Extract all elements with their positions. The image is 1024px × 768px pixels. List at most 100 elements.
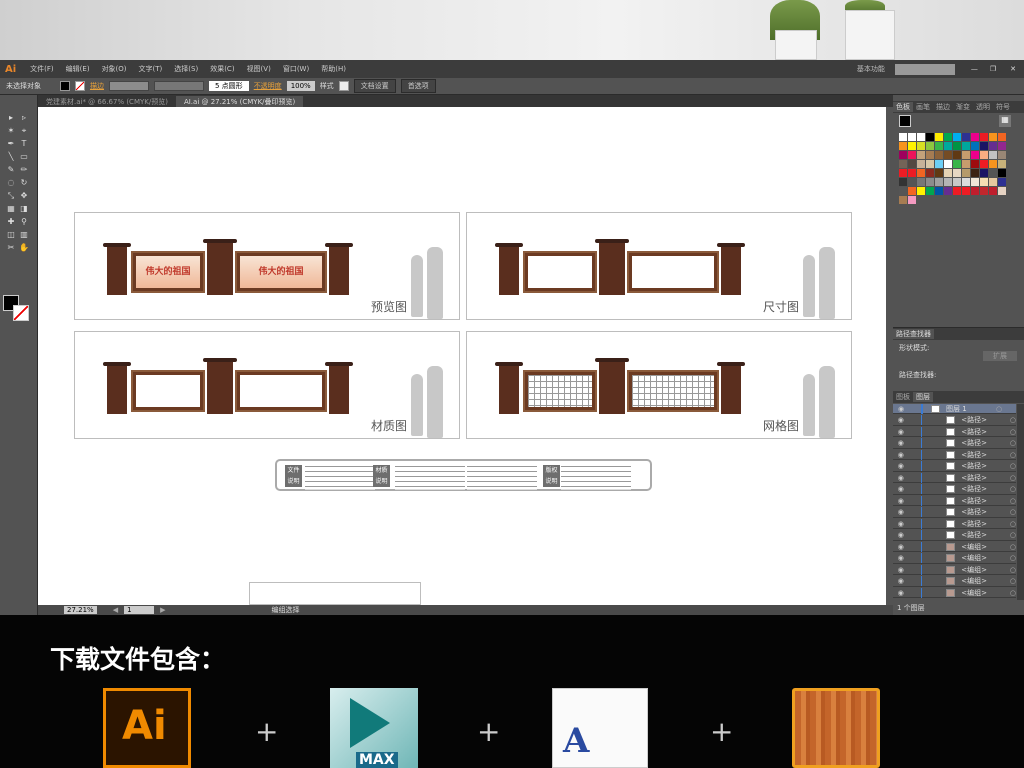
panel-tab[interactable]: 透明 xyxy=(973,102,993,112)
panel-tab[interactable]: 渐变 xyxy=(953,102,973,112)
tool-icon[interactable]: ⚲ xyxy=(19,217,29,226)
color-swatch[interactable] xyxy=(926,187,934,195)
color-swatch[interactable] xyxy=(935,133,943,141)
eye-icon[interactable]: ◉ xyxy=(893,554,909,562)
tool-icon[interactable]: ⌖ xyxy=(19,126,29,135)
color-swatch[interactable] xyxy=(980,169,988,177)
layer-row[interactable]: ◉ <路径> ○ xyxy=(893,518,1016,529)
fill-swatch[interactable] xyxy=(60,81,70,91)
color-swatch[interactable] xyxy=(899,169,907,177)
color-swatch[interactable] xyxy=(953,142,961,150)
color-swatch[interactable] xyxy=(935,169,943,177)
menu-item[interactable]: 编辑(E) xyxy=(60,64,96,74)
color-swatch[interactable] xyxy=(998,178,1006,186)
tool-icon[interactable]: ✥ xyxy=(19,191,29,200)
color-swatch[interactable] xyxy=(917,178,925,186)
color-swatch[interactable] xyxy=(998,151,1006,159)
eye-icon[interactable]: ◉ xyxy=(893,497,909,505)
target-icon[interactable]: ○ xyxy=(1010,577,1016,585)
color-swatch[interactable] xyxy=(998,160,1006,168)
color-swatch[interactable] xyxy=(989,151,997,159)
tool-icon[interactable]: ✚ xyxy=(6,217,16,226)
workspace-switcher[interactable]: 基本功能 xyxy=(857,64,885,74)
target-icon[interactable]: ○ xyxy=(1010,451,1016,459)
tool-icon[interactable]: ◫ xyxy=(6,230,16,239)
color-swatch[interactable] xyxy=(980,151,988,159)
tool-icon[interactable]: ▹ xyxy=(19,113,29,122)
eye-icon[interactable]: ◉ xyxy=(893,485,909,493)
color-swatch[interactable] xyxy=(935,151,943,159)
color-swatch[interactable] xyxy=(935,142,943,150)
stroke-weight[interactable] xyxy=(109,81,149,91)
eye-icon[interactable]: ◉ xyxy=(893,543,909,551)
color-swatch[interactable] xyxy=(953,133,961,141)
color-swatch[interactable] xyxy=(917,169,925,177)
menu-item[interactable]: 窗口(W) xyxy=(277,64,315,74)
stroke-label[interactable]: 描边 xyxy=(90,81,104,91)
layer-row[interactable]: ◉ <路径> ○ xyxy=(893,472,1016,483)
color-swatch[interactable] xyxy=(944,169,952,177)
color-swatch[interactable] xyxy=(908,160,916,168)
color-swatch[interactable] xyxy=(962,151,970,159)
pathfinder-title[interactable]: 路径查找器 xyxy=(893,329,934,339)
color-swatch[interactable] xyxy=(989,169,997,177)
target-icon[interactable]: ○ xyxy=(1010,566,1016,574)
color-swatch[interactable] xyxy=(971,178,979,186)
tool-icon[interactable]: ▥ xyxy=(19,230,29,239)
color-swatch[interactable] xyxy=(917,160,925,168)
color-swatch[interactable] xyxy=(944,133,952,141)
page-number[interactable]: 1 xyxy=(124,606,155,614)
panel-tab[interactable]: 色板 xyxy=(893,102,913,112)
color-swatch[interactable] xyxy=(989,178,997,186)
tool-icon[interactable]: ✒ xyxy=(6,139,16,148)
color-swatch[interactable] xyxy=(971,160,979,168)
layer-row[interactable]: ◉ <编组> ○ xyxy=(893,576,1016,587)
color-swatch[interactable] xyxy=(944,151,952,159)
target-icon[interactable]: ○ xyxy=(1010,508,1016,516)
tool-icon[interactable]: ✶ xyxy=(6,126,16,135)
color-swatch[interactable] xyxy=(917,151,925,159)
layer-row[interactable]: ◉ <编组> ○ xyxy=(893,541,1016,552)
color-swatch[interactable] xyxy=(908,142,916,150)
color-swatch[interactable] xyxy=(926,178,934,186)
eye-icon[interactable]: ◉ xyxy=(893,589,909,597)
color-swatch[interactable] xyxy=(971,169,979,177)
target-icon[interactable]: ○ xyxy=(1010,520,1016,528)
menu-item[interactable]: 效果(C) xyxy=(204,64,240,74)
tool-icon[interactable]: T xyxy=(19,139,29,148)
stroke-color-icon[interactable] xyxy=(13,305,29,321)
color-swatch[interactable] xyxy=(935,187,943,195)
target-icon[interactable]: ○ xyxy=(1010,589,1016,597)
color-swatch[interactable] xyxy=(998,169,1006,177)
layer-row[interactable]: ◉ <编组> ○ xyxy=(893,553,1016,564)
eye-icon[interactable]: ◉ xyxy=(893,577,909,585)
document-setup-button[interactable]: 文档设置 xyxy=(353,79,396,93)
document-tab[interactable]: AI.ai @ 27.21% (CMYK/叠印预览) xyxy=(175,96,304,107)
color-swatch[interactable] xyxy=(899,178,907,186)
color-swatch[interactable] xyxy=(899,133,907,141)
layer-row[interactable]: ◉ <路径> ○ xyxy=(893,426,1016,437)
color-swatch[interactable] xyxy=(899,187,907,195)
opacity-label[interactable]: 不透明度 xyxy=(254,81,282,91)
color-swatch[interactable] xyxy=(917,133,925,141)
document-tab[interactable]: 党建素材.ai* @ 66.67% (CMYK/预览) xyxy=(38,96,176,107)
layer-row[interactable]: ◉ <路径> ○ xyxy=(893,530,1016,541)
color-swatch[interactable] xyxy=(953,151,961,159)
color-swatch[interactable] xyxy=(926,151,934,159)
target-icon[interactable]: ○ xyxy=(1010,428,1016,436)
panel-tab[interactable]: 画笔 xyxy=(913,102,933,112)
stroke-swatch[interactable] xyxy=(75,81,85,91)
layer-row[interactable]: ◉ 图层 1 ○ xyxy=(893,404,1016,414)
panel-tab[interactable]: 图板 xyxy=(893,392,913,402)
color-swatch[interactable] xyxy=(989,160,997,168)
color-swatch[interactable] xyxy=(962,160,970,168)
eye-icon[interactable]: ◉ xyxy=(893,405,909,413)
color-swatch[interactable] xyxy=(926,133,934,141)
color-swatch[interactable] xyxy=(935,160,943,168)
eye-icon[interactable]: ◉ xyxy=(893,462,909,470)
color-swatch[interactable] xyxy=(899,151,907,159)
color-swatch[interactable] xyxy=(953,178,961,186)
color-swatch[interactable] xyxy=(926,142,934,150)
color-swatch[interactable] xyxy=(908,196,916,204)
panel-tab[interactable]: 图层 xyxy=(913,392,933,402)
